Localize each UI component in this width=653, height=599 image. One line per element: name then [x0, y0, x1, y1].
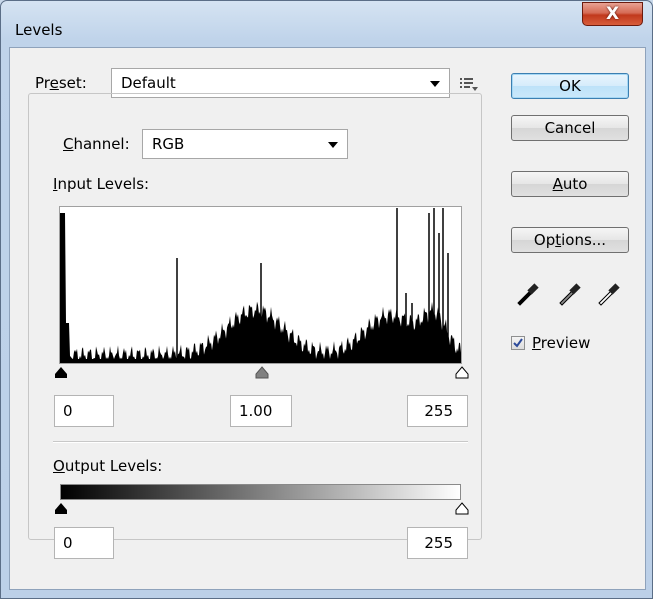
channel-value: RGB	[152, 135, 185, 153]
output-levels-label: Output Levels:	[53, 457, 163, 475]
close-icon: X	[605, 4, 620, 24]
checkmark-icon	[513, 338, 523, 348]
output-highlight-field[interactable]: 255	[407, 527, 468, 559]
output-highlight-slider[interactable]	[455, 502, 469, 516]
channel-dropdown[interactable]: RGB	[142, 129, 348, 159]
output-shadow-field[interactable]: 0	[54, 527, 114, 559]
output-shadow-slider[interactable]	[54, 502, 68, 516]
options-button[interactable]: Options...	[511, 227, 629, 253]
input-shadow-slider[interactable]	[54, 366, 68, 380]
histogram-plot	[60, 208, 461, 363]
close-button[interactable]: X	[582, 2, 643, 26]
gray-point-eyedropper-icon[interactable]	[557, 280, 583, 306]
title-bar[interactable]: Levels X	[1, 1, 652, 47]
input-midtone-field[interactable]: 1.00	[230, 395, 292, 427]
input-shadow-field[interactable]: 0	[54, 395, 114, 427]
output-gradient-bar	[60, 484, 461, 500]
input-highlight-field[interactable]: 255	[407, 395, 468, 427]
black-point-eyedropper-icon[interactable]	[515, 280, 541, 306]
auto-button[interactable]: Auto	[511, 171, 629, 197]
preset-label: Preset:	[35, 74, 87, 92]
ok-button[interactable]: OK	[511, 73, 629, 99]
preview-label: Preview	[532, 334, 591, 352]
preset-options-icon[interactable]	[459, 76, 479, 92]
histogram	[59, 206, 462, 364]
input-highlight-slider[interactable]	[455, 366, 469, 380]
chevron-down-icon	[328, 142, 338, 148]
input-midtone-slider[interactable]	[255, 366, 269, 380]
window-title: Levels	[15, 21, 63, 39]
input-levels-label: Input Levels:	[53, 175, 150, 193]
white-point-eyedropper-icon[interactable]	[596, 280, 622, 306]
channel-label: Channel:	[63, 135, 130, 153]
cancel-button[interactable]: Cancel	[511, 115, 629, 141]
preset-value: Default	[121, 74, 176, 92]
chevron-down-icon	[430, 81, 440, 87]
levels-divider	[53, 441, 468, 443]
preview-checkbox[interactable]	[511, 336, 525, 350]
